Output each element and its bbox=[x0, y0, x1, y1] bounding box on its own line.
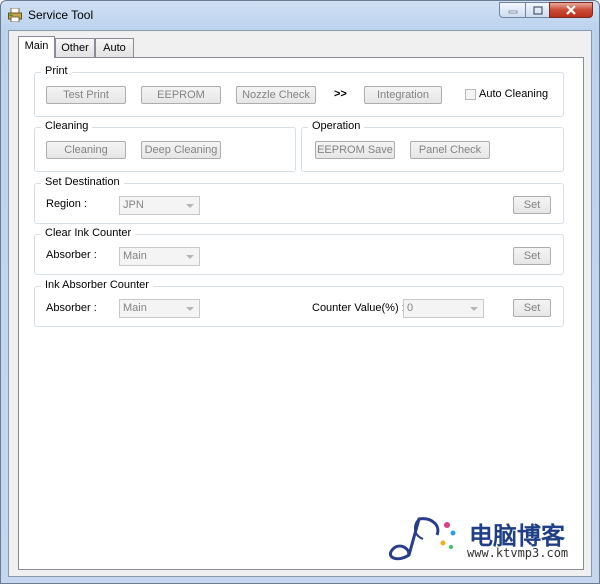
set-counter-button[interactable]: Set bbox=[513, 299, 551, 317]
nozzle-check-button[interactable]: Nozzle Check bbox=[236, 86, 316, 104]
absorber-label: Absorber : bbox=[46, 302, 97, 314]
test-print-button[interactable]: Test Print bbox=[46, 86, 126, 104]
cleaning-button[interactable]: Cleaning bbox=[46, 141, 126, 159]
tab-auto[interactable]: Auto bbox=[95, 38, 134, 57]
minimize-icon bbox=[508, 10, 517, 14]
main-tab-page: Print Test Print EEPROM Nozzle Check >> … bbox=[18, 57, 584, 570]
set-destination-group: Set Destination Region : JPN Set bbox=[34, 176, 564, 224]
app-window: Service Tool Main Other Auto Print Test … bbox=[0, 0, 600, 584]
absorber-counter-select[interactable]: Main bbox=[119, 299, 200, 318]
region-label: Region : bbox=[46, 198, 87, 210]
clear-ink-counter-group: Clear Ink Counter Absorber : Main Set bbox=[34, 227, 564, 275]
counter-value-select-value: 0 bbox=[407, 302, 414, 314]
operation-group: Operation EEPROM Save Panel Check bbox=[301, 120, 564, 172]
ink-absorber-counter-legend: Ink Absorber Counter bbox=[41, 279, 153, 291]
absorber-counter-select-value: Main bbox=[123, 302, 147, 314]
printer-app-icon bbox=[8, 8, 22, 22]
chevron-down-icon bbox=[470, 307, 478, 311]
counter-value-label: Counter Value(%) : bbox=[312, 302, 405, 314]
panel-check-button[interactable]: Panel Check bbox=[410, 141, 490, 159]
integration-button[interactable]: Integration bbox=[364, 86, 442, 104]
cleaning-legend: Cleaning bbox=[41, 120, 93, 132]
chevron-down-icon bbox=[186, 255, 194, 259]
minimize-button[interactable] bbox=[499, 2, 525, 18]
client-area: Main Other Auto Print Test Print EEPROM … bbox=[8, 30, 592, 577]
chevron-down-icon bbox=[186, 307, 194, 311]
auto-cleaning-label: Auto Cleaning bbox=[479, 88, 549, 100]
region-select[interactable]: JPN bbox=[119, 196, 200, 215]
set-destination-legend: Set Destination bbox=[41, 176, 124, 188]
tab-main[interactable]: Main bbox=[18, 36, 55, 58]
clear-ink-counter-legend: Clear Ink Counter bbox=[41, 227, 136, 239]
maximize-icon bbox=[532, 5, 543, 15]
print-legend: Print bbox=[41, 65, 72, 77]
region-select-value: JPN bbox=[123, 199, 144, 211]
absorber-select[interactable]: Main bbox=[119, 247, 200, 266]
eeprom-save-button[interactable]: EEPROM Save bbox=[315, 141, 395, 159]
operation-legend: Operation bbox=[308, 120, 365, 132]
set-clear-ink-button[interactable]: Set bbox=[513, 247, 551, 265]
deep-cleaning-button[interactable]: Deep Cleaning bbox=[141, 141, 221, 159]
close-icon bbox=[566, 5, 576, 15]
set-region-button[interactable]: Set bbox=[513, 196, 551, 214]
counter-value-select[interactable]: 0 bbox=[403, 299, 484, 318]
title-bar[interactable]: Service Tool bbox=[1, 1, 599, 29]
cleaning-group: Cleaning Cleaning Deep Cleaning bbox=[34, 120, 296, 172]
print-group: Print Test Print EEPROM Nozzle Check >> … bbox=[34, 65, 564, 117]
auto-cleaning-checkbox[interactable] bbox=[465, 89, 476, 100]
watermark-url: www.ktvmp3.com bbox=[467, 546, 569, 560]
ink-absorber-counter-group: Ink Absorber Counter Absorber : Main Cou… bbox=[34, 279, 564, 327]
absorber-label: Absorber : bbox=[46, 249, 97, 261]
tab-other[interactable]: Other bbox=[55, 38, 95, 57]
absorber-select-value: Main bbox=[123, 250, 147, 262]
window-title: Service Tool bbox=[28, 8, 94, 22]
maximize-button[interactable] bbox=[525, 2, 549, 18]
music-note-watermark-icon bbox=[388, 517, 456, 561]
arrow-label: >> bbox=[334, 88, 347, 100]
eeprom-button[interactable]: EEPROM bbox=[141, 86, 221, 104]
chevron-down-icon bbox=[186, 204, 194, 208]
close-button[interactable] bbox=[549, 2, 593, 18]
